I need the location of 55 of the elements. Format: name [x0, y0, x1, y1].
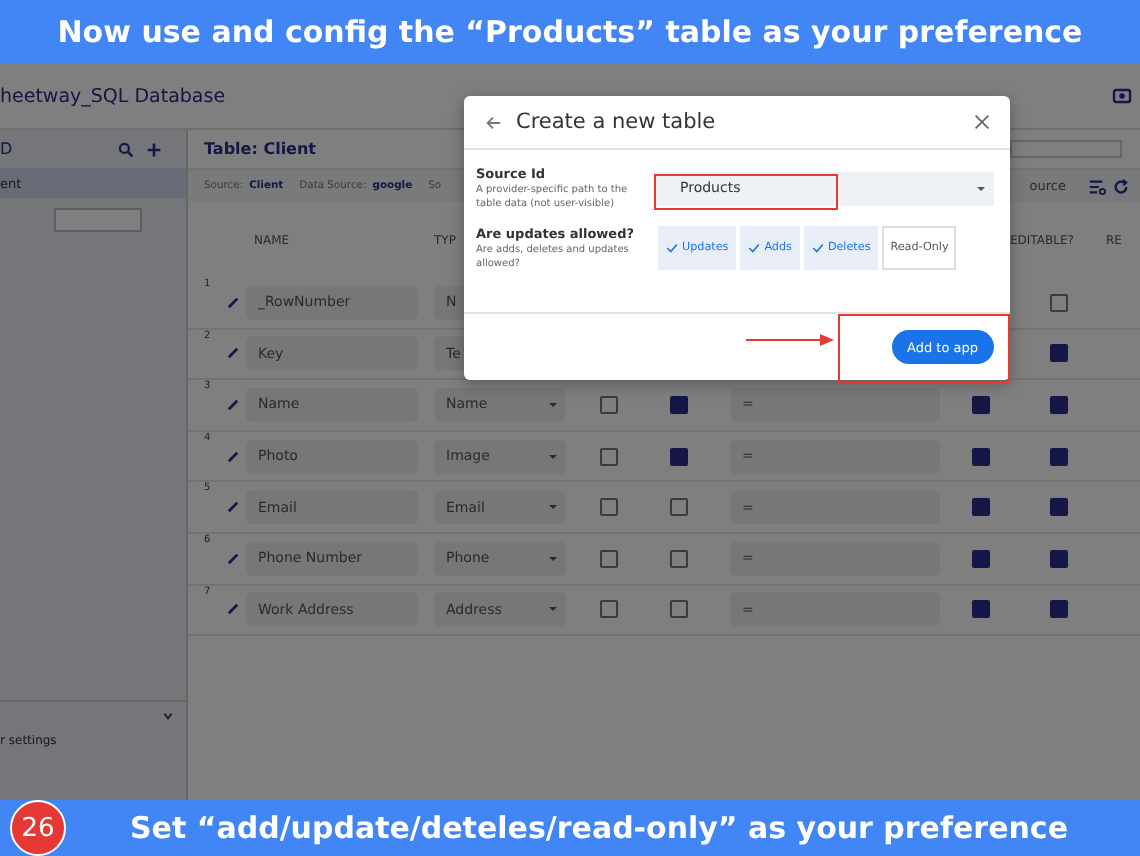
- pointer-arrow: [746, 334, 834, 346]
- pencil-icon[interactable]: [225, 449, 239, 464]
- pencil-icon[interactable]: [225, 397, 239, 412]
- editable-checkbox[interactable]: [1049, 447, 1067, 466]
- checkbox[interactable]: [971, 447, 989, 466]
- sidebar-header: D: [0, 140, 13, 158]
- dialog-title: Create a new table: [516, 110, 716, 134]
- checkbox[interactable]: [600, 498, 618, 517]
- checkbox[interactable]: [971, 600, 989, 619]
- editable-checkbox[interactable]: [1049, 549, 1067, 568]
- caret-icon[interactable]: [548, 553, 558, 564]
- check-icon: [811, 242, 824, 254]
- editable-checkbox[interactable]: [1049, 498, 1067, 517]
- pencil-icon[interactable]: [225, 346, 239, 361]
- pencil-icon[interactable]: [225, 500, 239, 515]
- editable-checkbox[interactable]: [1049, 600, 1067, 619]
- pencil-icon[interactable]: [225, 602, 239, 617]
- table-settings-icon[interactable]: [1088, 177, 1106, 195]
- editable-checkbox[interactable]: [1049, 395, 1067, 414]
- banner-title: Now use and config the “Products” table as your preference: [57, 14, 1083, 50]
- chevron-icon[interactable]: [162, 710, 174, 722]
- close-icon[interactable]: [974, 114, 990, 130]
- checkbox[interactable]: [670, 600, 688, 619]
- caret-icon[interactable]: [548, 451, 558, 462]
- checkbox[interactable]: [600, 549, 618, 568]
- check-icon: [748, 242, 761, 254]
- banner-caption: Set “add/update/deteles/read-only” as your preference: [130, 810, 1068, 846]
- caret-icon[interactable]: [976, 183, 986, 193]
- checkbox[interactable]: [971, 395, 989, 414]
- pencil-icon[interactable]: [225, 551, 239, 566]
- checkbox[interactable]: [670, 498, 688, 517]
- editable-checkbox[interactable]: [1049, 344, 1067, 363]
- back-arrow-icon[interactable]: [484, 113, 502, 131]
- step-badge: 26: [10, 800, 66, 856]
- table-title: Table: Client: [204, 140, 317, 158]
- search-icon[interactable]: [118, 141, 134, 157]
- checkbox[interactable]: [600, 600, 618, 619]
- checkbox[interactable]: [600, 395, 618, 414]
- caret-icon[interactable]: [548, 604, 558, 615]
- add-icon[interactable]: [146, 141, 162, 157]
- checkbox[interactable]: [670, 447, 688, 466]
- pencil-icon[interactable]: [225, 295, 239, 310]
- refresh-icon[interactable]: [1112, 177, 1130, 195]
- checkbox[interactable]: [971, 549, 989, 568]
- checkbox[interactable]: [670, 549, 688, 568]
- editable-checkbox[interactable]: [1049, 293, 1067, 312]
- checkbox[interactable]: [600, 447, 618, 466]
- caret-icon[interactable]: [548, 399, 558, 410]
- check-icon: [666, 242, 678, 254]
- caret-icon[interactable]: [548, 502, 558, 513]
- checkbox[interactable]: [670, 395, 688, 414]
- preview-icon[interactable]: [1112, 86, 1132, 106]
- app-title: heetway_SQL Database: [0, 85, 226, 107]
- blurred-label: [56, 210, 140, 230]
- checkbox[interactable]: [971, 498, 989, 517]
